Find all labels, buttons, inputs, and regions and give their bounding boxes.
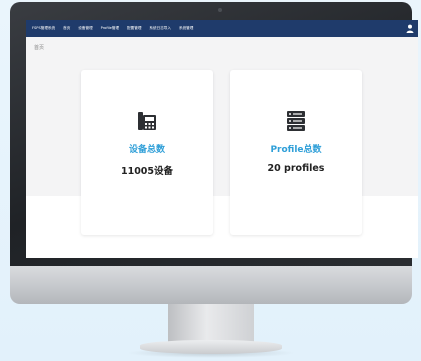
nav-syslog-import[interactable]: 系统日志导入 (149, 26, 171, 31)
phone-device-icon (138, 112, 156, 130)
profile-count-card[interactable]: Profile总数 20 profiles (230, 70, 362, 235)
app-screen: FSPS管理系统 首页 设备管理 Profile管理 配置管理 系统日志导入 系… (26, 20, 418, 258)
profile-count-title: Profile总数 (270, 145, 322, 155)
camera-dot (218, 8, 222, 12)
nav-profile-management[interactable]: Profile管理 (101, 26, 119, 31)
nav-config-management[interactable]: 配置管理 (127, 26, 141, 31)
nav-brand[interactable]: FSPS管理系统 (32, 26, 55, 31)
nav-home[interactable]: 首页 (63, 26, 70, 31)
device-count-title: 设备总数 (128, 145, 165, 155)
monitor-stand-neck (168, 304, 254, 344)
profile-count-value: 20 profiles (267, 163, 325, 174)
device-count-value: 11005设备 (120, 166, 174, 177)
top-navbar: FSPS管理系统 首页 设备管理 Profile管理 配置管理 系统日志导入 系… (26, 20, 418, 37)
monitor: FSPS管理系统 首页 设备管理 Profile管理 配置管理 系统日志导入 系… (10, 2, 418, 304)
device-count-card[interactable]: 设备总数 11005设备 (81, 70, 213, 235)
monitor-chin (10, 266, 412, 304)
breadcrumb: 首页 (34, 45, 45, 51)
nav-system-management[interactable]: 系统管理 (179, 26, 193, 31)
user-icon[interactable] (406, 24, 414, 33)
monitor-stand-base (140, 340, 282, 354)
nav-device-management[interactable]: 设备管理 (78, 26, 92, 31)
server-stack-icon (287, 111, 305, 131)
